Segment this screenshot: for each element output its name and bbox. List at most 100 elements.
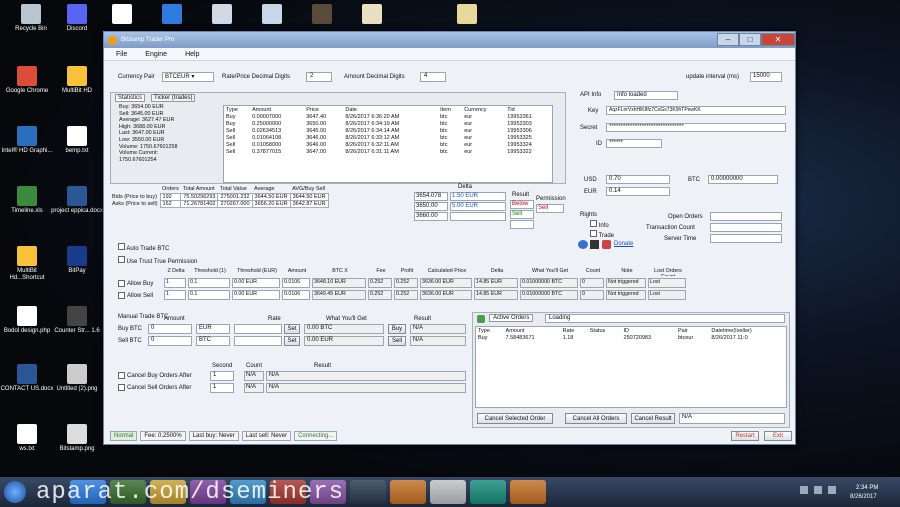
table-row[interactable]: Buy 7.58483671 1.18 250720983 btceur 8/26/201…: [476, 334, 786, 341]
trust-checkbox[interactable]: Use Trust True Permission: [118, 256, 197, 265]
rate-digits-input[interactable]: 2: [306, 72, 332, 82]
column-header[interactable]: Type: [224, 106, 250, 113]
column-header[interactable]: Status: [588, 327, 622, 334]
desktop-icon[interactable]: ws.txt: [0, 424, 54, 453]
flag-icon[interactable]: [800, 486, 808, 494]
clock-date[interactable]: 8/26/2017: [850, 494, 877, 500]
table-row[interactable]: Sell 0.02634513 3645.00 8/26/2017 6:34:14 A…: [224, 127, 552, 134]
column-header[interactable]: Amount: [504, 327, 561, 334]
column-header[interactable]: ID: [622, 327, 676, 334]
desktop-icon[interactable]: BitPay: [50, 246, 104, 275]
desktop-icon[interactable]: MultiBit Hd...Shortcut: [0, 246, 54, 282]
tab-active-orders[interactable]: Active Orders: [489, 314, 534, 322]
allow-sell-check[interactable]: [118, 292, 125, 299]
auto-buy-field[interactable]: 0: [580, 278, 604, 288]
cancel-buy-check[interactable]: [118, 372, 125, 379]
network-icon[interactable]: [814, 486, 822, 494]
auto-sell-field[interactable]: 0.1: [188, 290, 230, 300]
info-check[interactable]: [590, 220, 597, 227]
clock-time[interactable]: 2:34 PM: [856, 485, 878, 491]
cancel-sell-checkbox[interactable]: Cancel Sell Orders After: [118, 384, 191, 391]
sell-currency-select[interactable]: BTC: [196, 336, 230, 346]
auto-buy-field[interactable]: 1: [164, 278, 186, 288]
desktop-icon[interactable]: Intel® HD Graphi...: [0, 126, 54, 155]
sell-button[interactable]: Sell: [388, 336, 406, 346]
auto-sell-field[interactable]: 3649.45 EUR: [312, 290, 366, 300]
auto-sell-field[interactable]: 0.01000000 BTC: [520, 290, 578, 300]
desktop-icon[interactable]: [295, 4, 349, 26]
auto-buy-field[interactable]: 0.1: [188, 278, 230, 288]
allow-sell-checkbox[interactable]: Allow Sell: [118, 290, 164, 301]
auto-buy-field[interactable]: 14.85 EUR: [474, 278, 518, 288]
auto-sell-field[interactable]: 3636.00 EUR: [420, 290, 472, 300]
desktop-icon[interactable]: [440, 4, 494, 26]
buy-set-button[interactable]: Set: [284, 324, 300, 334]
cancel-buy-checkbox[interactable]: Cancel Buy Orders After: [118, 372, 192, 379]
column-header[interactable]: Price: [304, 106, 343, 113]
buy-currency-select[interactable]: EUR: [196, 324, 230, 334]
taskbar-app-icon[interactable]: [350, 480, 386, 504]
column-header[interactable]: Datetime(Iseller): [709, 327, 786, 334]
cancel-sell-seconds[interactable]: 1: [210, 383, 234, 393]
desktop-icon[interactable]: Google Chrome: [0, 66, 54, 95]
auto-sell-field[interactable]: 0.00 EUR: [232, 290, 280, 300]
auto-sell-field[interactable]: 14.85 EUR: [474, 290, 518, 300]
tab-statistics[interactable]: Statistics: [115, 94, 146, 102]
auto-buy-field[interactable]: 3648.10 EUR: [312, 278, 366, 288]
taskbar-app-icon[interactable]: [430, 480, 466, 504]
maximize-button[interactable]: □: [739, 33, 761, 46]
column-header[interactable]: Date: [343, 106, 438, 113]
volume-icon[interactable]: [828, 486, 836, 494]
allow-buy-check[interactable]: [118, 280, 125, 287]
desktop-icon[interactable]: project eppica.docx: [50, 186, 104, 215]
column-header[interactable]: Amount: [250, 106, 304, 113]
desktop-icon[interactable]: CONTACT US.docx: [0, 364, 54, 393]
minimize-button[interactable]: –: [717, 33, 739, 46]
exit-button[interactable]: Exit: [764, 431, 792, 441]
tab-ticker[interactable]: Ticker (trades): [151, 94, 196, 102]
column-header[interactable]: Pair: [676, 327, 709, 334]
desktop-icon[interactable]: Timeline.xls: [0, 186, 54, 215]
auto-buy-field[interactable]: 0.0106: [282, 278, 310, 288]
cancel-selected-order-button[interactable]: Cancel Selected Order: [477, 413, 553, 424]
currency-pair-select[interactable]: BTCEUR ▾: [162, 72, 214, 82]
sell-set-button[interactable]: Set: [284, 336, 300, 346]
menu-help[interactable]: Help: [185, 51, 199, 58]
auto-buy-field[interactable]: Not triggered: [606, 278, 646, 288]
desktop-icon[interactable]: Bitstamp.png: [50, 424, 104, 453]
auto-buy-field[interactable]: 0.252: [368, 278, 392, 288]
api-id-input[interactable]: ******: [606, 139, 662, 148]
auto-buy-field[interactable]: 0.01000000 BTC: [520, 278, 578, 288]
table-row[interactable]: Buy 0.25000000 3650.00 8/26/2017 6:34:19 AM…: [224, 120, 552, 127]
cancel-sell-check[interactable]: [118, 384, 125, 391]
sell-amount-input[interactable]: 0: [148, 336, 192, 346]
desktop-icon[interactable]: [345, 4, 399, 26]
auto-buy-field[interactable]: 3636.00 EUR: [420, 278, 472, 288]
desktop-icon[interactable]: [195, 4, 249, 26]
table-row[interactable]: Buy 0.00007000 3647.40 8/26/2017 6:36:20 AM…: [224, 113, 552, 120]
trust-check[interactable]: [118, 256, 125, 263]
auto-sell-field[interactable]: 1: [164, 290, 186, 300]
column-header[interactable]: Type: [476, 327, 504, 334]
column-header[interactable]: Tid: [505, 106, 552, 113]
desktop-icon[interactable]: [145, 4, 199, 26]
desktop-icon[interactable]: Bodol design.php: [0, 306, 54, 335]
auto-sell-field[interactable]: Not triggered: [606, 290, 646, 300]
desktop-icon[interactable]: [245, 4, 299, 26]
menu-file[interactable]: File: [116, 51, 127, 58]
title-bar[interactable]: Bitstamp Trader Pro – □ ✕: [104, 32, 795, 48]
allow-buy-checkbox[interactable]: Allow Buy: [118, 278, 164, 289]
api-secret-input[interactable]: ********************************: [606, 123, 786, 132]
desktop-icon[interactable]: Untitled (2).png: [50, 364, 104, 393]
sell-rate-input[interactable]: [234, 336, 282, 346]
refresh-icon[interactable]: [477, 315, 485, 323]
auto-sell-field[interactable]: Lost: [648, 290, 686, 300]
buy-rate-input[interactable]: [234, 324, 282, 334]
restart-button[interactable]: Restart: [731, 431, 759, 441]
auto-buy-field[interactable]: 0.252: [394, 278, 418, 288]
trade-check[interactable]: [590, 230, 597, 237]
auto-buy-field[interactable]: 0.00 EUR: [232, 278, 280, 288]
buy-amount-input[interactable]: 0: [148, 324, 192, 334]
auto-sell-field[interactable]: 0.0106: [282, 290, 310, 300]
table-row[interactable]: Sell 0.37877015 3647.00 8/26/2017 6:31:11 A…: [224, 148, 552, 155]
